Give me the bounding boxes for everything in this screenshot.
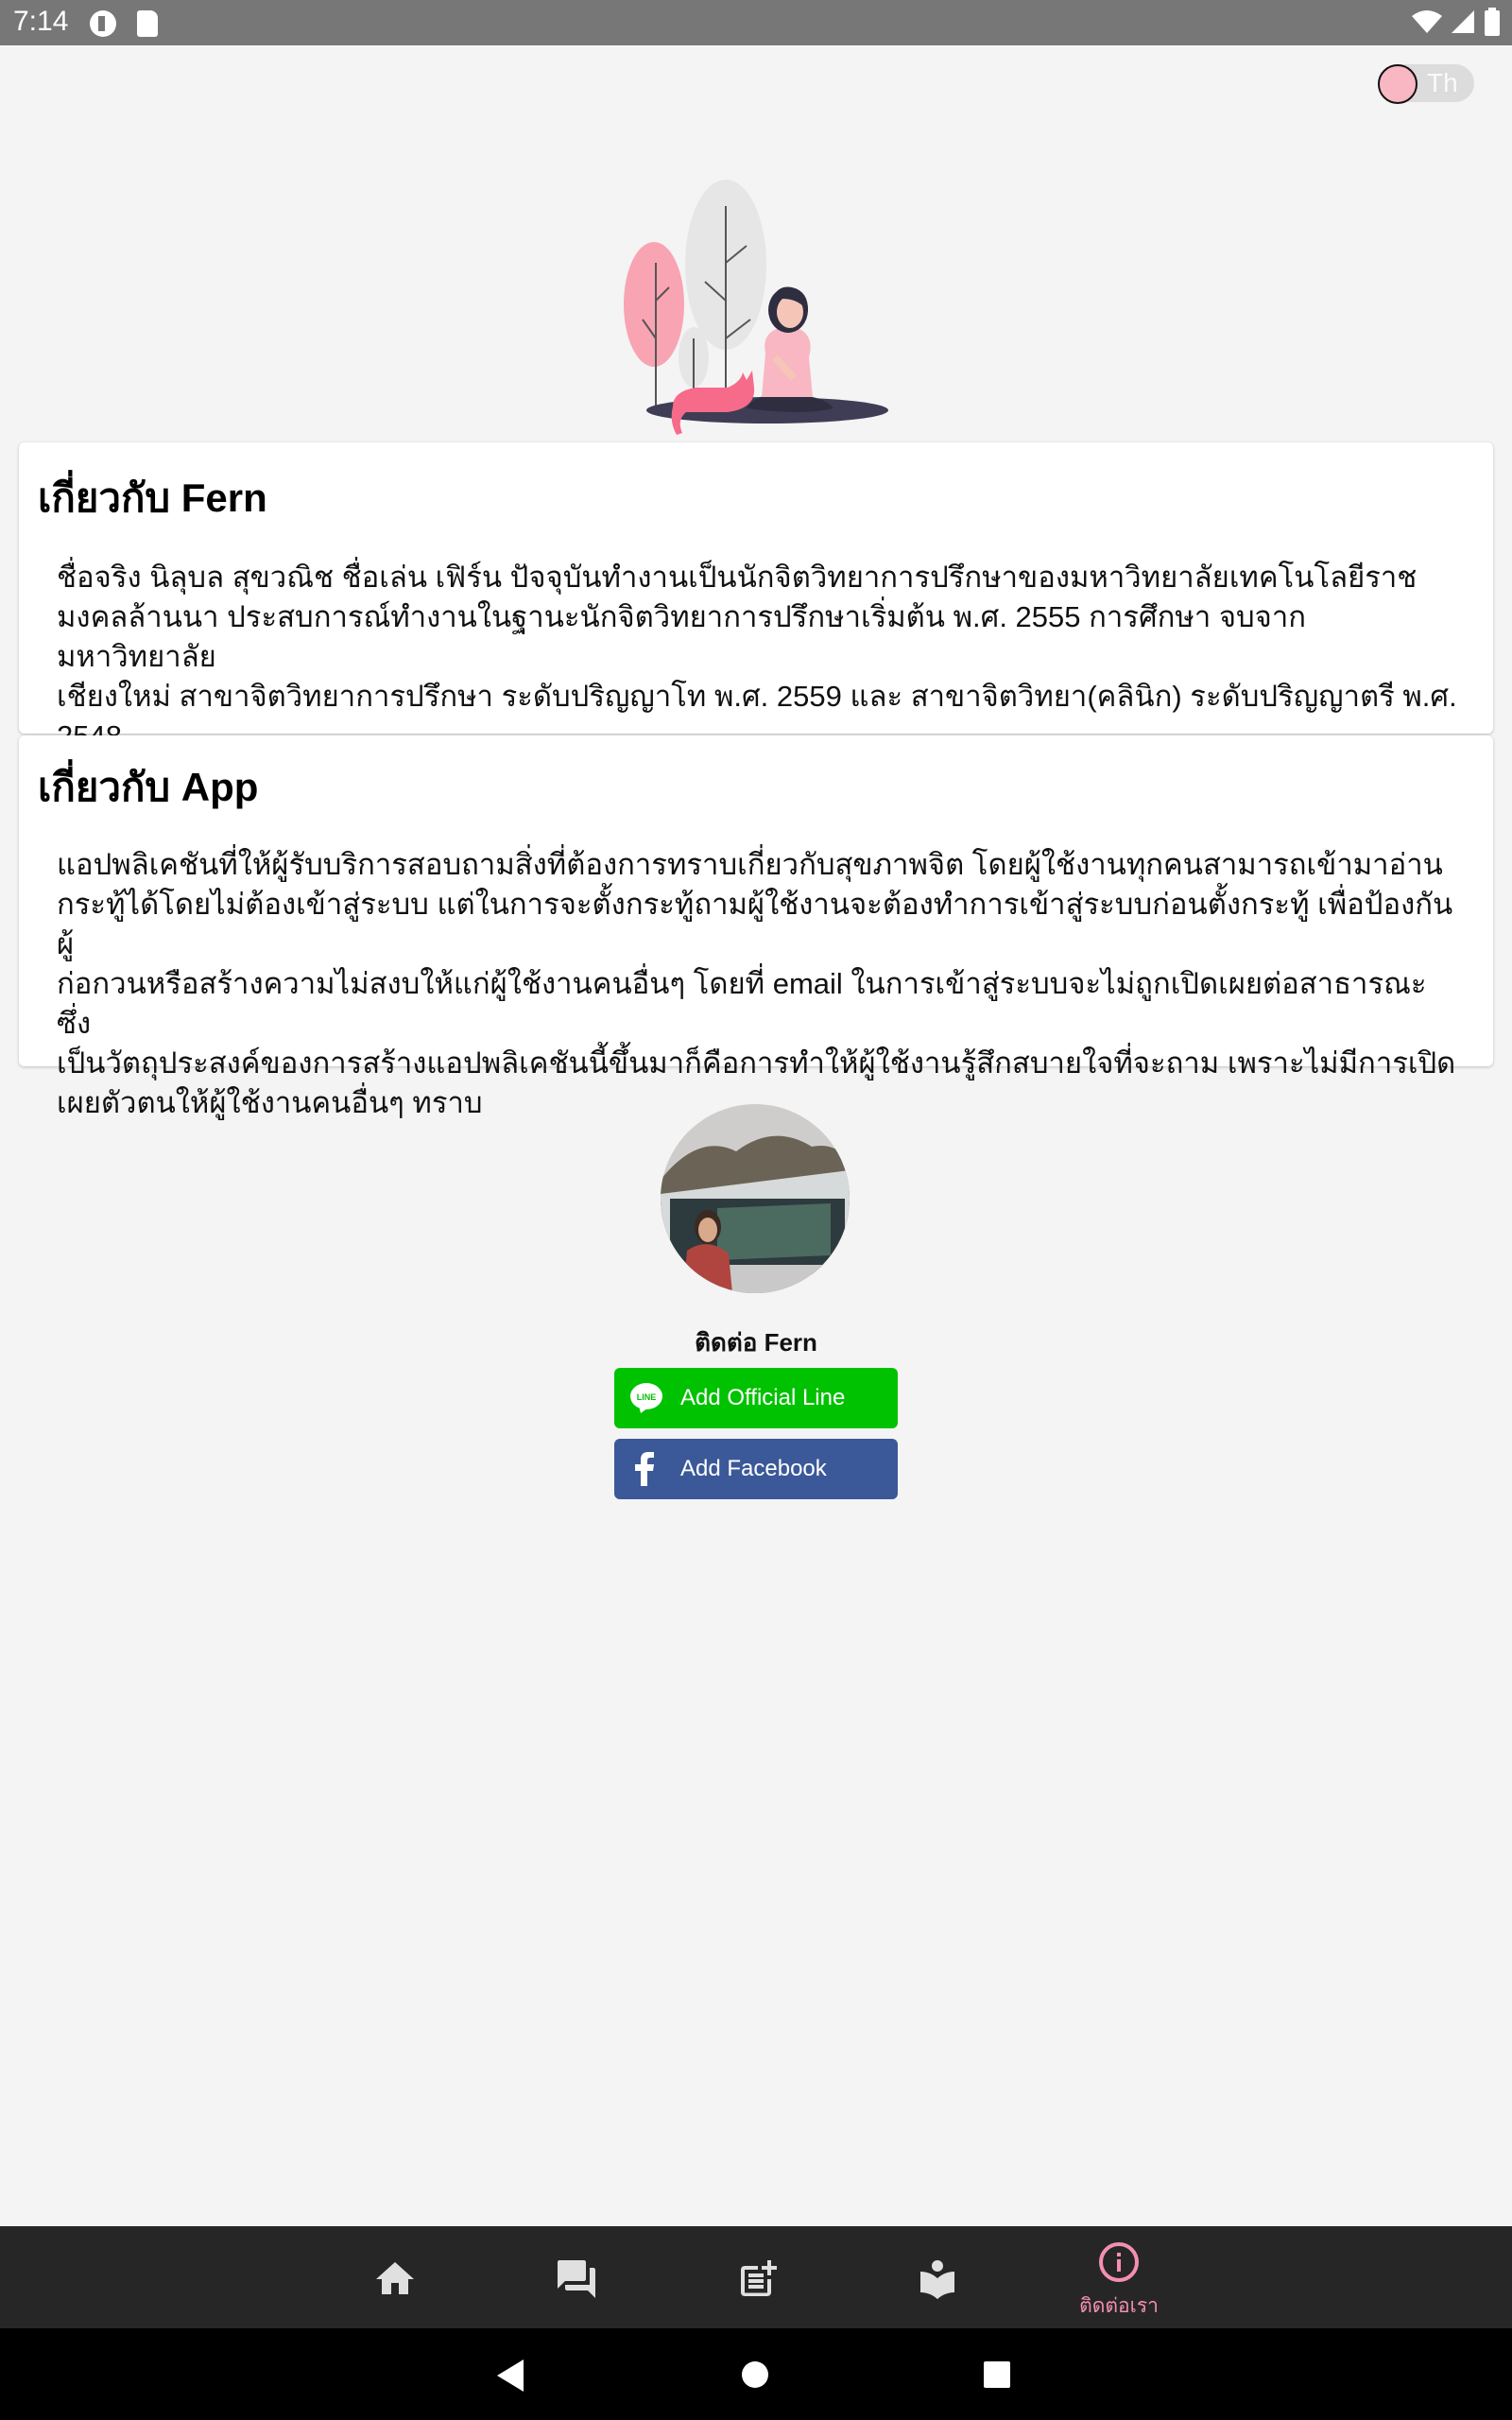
- about-app-line: แอปพลิเคชันที่ให้ผู้รับบริการสอบถามสิ่งท…: [57, 848, 1443, 881]
- signal-icon: [1452, 10, 1474, 33]
- status-bar: 7:14: [0, 0, 1512, 45]
- home-circle-icon[interactable]: [741, 2360, 769, 2389]
- system-navigation-bar: [0, 2328, 1512, 2420]
- sd-card-icon: [137, 10, 158, 37]
- line-icon: LINE: [630, 1383, 662, 1413]
- about-app-text: แอปพลิเคชันที่ให้ผู้รับบริการสอบถามสิ่งท…: [57, 845, 1465, 1123]
- add-facebook-button[interactable]: Add Facebook: [614, 1439, 898, 1499]
- about-app-title: เกี่ยวกับ App: [38, 765, 259, 809]
- reading-girl-illustration: [624, 180, 888, 435]
- home-icon: [376, 2262, 414, 2294]
- add-official-line-label: Add Official Line: [680, 1385, 846, 1410]
- info-icon: [1099, 2242, 1139, 2282]
- nav-contact-label: ติดต่อเรา: [1079, 2295, 1159, 2317]
- toggle-knob: [1378, 64, 1418, 104]
- svg-text:LINE: LINE: [637, 1392, 657, 1402]
- about-fern-line: ชื่อจริง นิลุบล สุขวณิช ชื่อเล่น เฟิร์น …: [57, 561, 1418, 594]
- about-app-card: เกี่ยวกับ App แอปพลิเคชันที่ให้ผู้รับบริ…: [19, 735, 1493, 1119]
- nav-forum[interactable]: [520, 2226, 633, 2328]
- fern-avatar: [661, 1104, 850, 1293]
- forum-icon: [558, 2260, 595, 2298]
- contact-title: ติดต่อ Fern: [695, 1328, 817, 1357]
- back-icon[interactable]: [497, 2360, 525, 2392]
- about-app-line: กระทู้ได้โดยไม่ต้องเข้าสู่ระบบ แต่ในการจ…: [57, 888, 1453, 960]
- battery-icon: [1485, 8, 1500, 36]
- nav-articles[interactable]: [881, 2226, 994, 2328]
- add-facebook-label: Add Facebook: [680, 1456, 827, 1481]
- about-fern-line: เชียงใหม่ สาขาจิตวิทยาการปรึกษา ระดับปริ…: [57, 680, 1457, 713]
- about-fern-card: เกี่ยวกับ Fern ชื่อจริง นิลุบล สุขวณิช ช…: [19, 442, 1493, 752]
- recents-icon[interactable]: [983, 2360, 1011, 2389]
- notification-app-icon: [90, 10, 116, 37]
- language-toggle[interactable]: Th: [1378, 64, 1474, 104]
- bottom-navigation: ติดต่อเรา: [0, 2226, 1512, 2328]
- about-fern-title: เกี่ยวกับ Fern: [38, 475, 267, 520]
- wifi-icon: [1412, 10, 1442, 33]
- book-icon: [920, 2260, 954, 2300]
- about-app-line: ก่อกวนหรือสร้างความไม่สงบให้แก่ผู้ใช้งาน…: [57, 967, 1427, 1040]
- nav-post-add[interactable]: [701, 2226, 815, 2328]
- about-fern-text: ชื่อจริง นิลุบล สุขวณิช ชื่อเล่น เฟิร์น …: [57, 558, 1465, 756]
- post-add-icon: [741, 2260, 777, 2296]
- status-time: 7:14: [13, 6, 69, 37]
- nav-home[interactable]: [338, 2226, 452, 2328]
- facebook-icon: [635, 1452, 654, 1486]
- language-label: Th: [1427, 68, 1458, 97]
- add-official-line-button[interactable]: LINE Add Official Line: [614, 1368, 898, 1428]
- about-app-line: เป็นวัตถุประสงค์ของการสร้างแอปพลิเคชันนี…: [57, 1046, 1456, 1080]
- about-fern-line: มงคลล้านนา ประสบการณ์ทำงานในฐานะนักจิตวิ…: [57, 600, 1307, 673]
- status-indicators: [1412, 8, 1501, 36]
- nav-contact[interactable]: ติดต่อเรา: [1062, 2226, 1176, 2328]
